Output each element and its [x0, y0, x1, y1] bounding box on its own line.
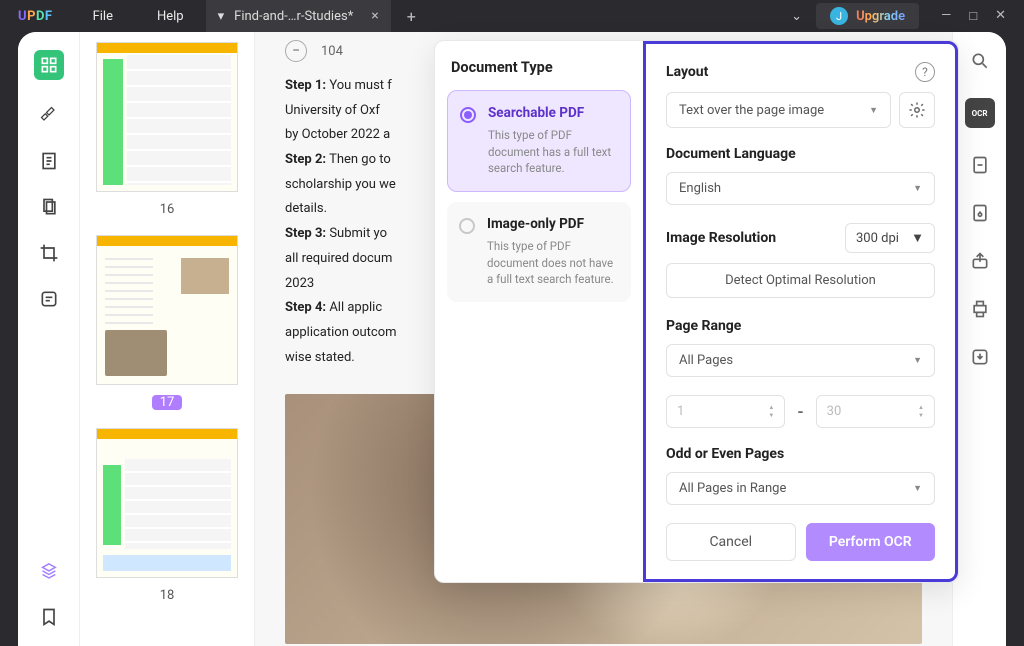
document-type-title: Document Type — [451, 59, 627, 76]
form-tool[interactable] — [38, 288, 60, 310]
thumbnail-page-17[interactable] — [96, 235, 238, 385]
doc-line: All applic — [326, 300, 382, 315]
odd-even-value: All Pages in Range — [679, 481, 786, 496]
right-toolbar: OCR — [952, 32, 1006, 646]
thumbnails-tool[interactable] — [34, 50, 64, 80]
ocr-settings-section: Layout ? Text over the page image ▼ Docu… — [643, 41, 958, 582]
title-bar: UPDF File Help ▾ Find-and-…r-Studies* × … — [0, 0, 1024, 32]
logo-f: F — [45, 9, 53, 24]
language-label: Document Language — [666, 146, 935, 162]
spinner-icon[interactable]: ▲▼ — [918, 405, 924, 419]
radio-unselected-icon — [459, 218, 475, 234]
layout-value: Text over the page image — [679, 103, 824, 118]
menu-file[interactable]: File — [71, 9, 135, 24]
print-icon[interactable] — [969, 298, 991, 320]
tab-chevron-icon[interactable]: ▾ — [218, 9, 225, 24]
layout-select[interactable]: Text over the page image ▼ — [666, 92, 891, 128]
chevron-down-icon: ▼ — [911, 230, 924, 246]
tab-close-icon[interactable]: × — [371, 8, 378, 24]
protect-icon[interactable] — [969, 202, 991, 224]
odd-even-select[interactable]: All Pages in Range ▼ — [666, 472, 935, 505]
language-select[interactable]: English ▼ — [666, 172, 935, 205]
edit-tool[interactable] — [38, 150, 60, 172]
logo-u: U — [18, 9, 27, 24]
chevron-down-icon: ▼ — [913, 483, 922, 494]
thumbnail-label-18: 18 — [96, 588, 238, 603]
zoom-out-button[interactable]: − — [285, 40, 307, 62]
page-range-value: All Pages — [679, 353, 733, 368]
language-value: English — [679, 181, 721, 196]
chevron-down-icon: ▼ — [913, 183, 922, 194]
ocr-tool[interactable]: OCR — [965, 98, 995, 128]
step-2-label: Step 2: — [285, 152, 326, 167]
searchable-pdf-title: Searchable PDF — [488, 105, 616, 121]
range-dash: - — [797, 402, 803, 421]
window-close-button[interactable]: ✕ — [995, 8, 1006, 24]
window-minimize-button[interactable]: — — [941, 8, 951, 24]
page-to-input[interactable]: 30 ▲▼ — [816, 395, 935, 428]
logo-d: D — [36, 9, 45, 24]
tab-title: Find-and-…r-Studies* — [234, 9, 353, 24]
menu-help[interactable]: Help — [135, 9, 206, 24]
thumbnail-page-16[interactable] — [96, 42, 238, 192]
resolution-value: 300 dpi — [856, 231, 899, 246]
chevron-down-icon: ▼ — [913, 355, 922, 366]
save-icon[interactable] — [969, 346, 991, 368]
doc-line: Then go to — [326, 152, 391, 167]
layers-icon[interactable] — [38, 560, 60, 582]
page-range-label: Page Range — [666, 318, 935, 334]
cancel-button[interactable]: Cancel — [666, 523, 796, 561]
upgrade-button[interactable]: J Upgrade — [816, 3, 919, 29]
help-icon[interactable]: ? — [915, 62, 935, 82]
pages-tool[interactable] — [38, 196, 60, 218]
layout-settings-button[interactable] — [899, 92, 935, 128]
image-only-desc: This type of PDF document does not have … — [487, 238, 617, 288]
resolution-label: Image Resolution — [666, 230, 776, 246]
radio-selected-icon — [460, 107, 476, 123]
searchable-pdf-option[interactable]: Searchable PDF This type of PDF document… — [447, 90, 631, 192]
gear-icon — [908, 101, 926, 119]
detect-resolution-button[interactable]: Detect Optimal Resolution — [666, 263, 935, 298]
chevron-down-icon: ▼ — [869, 105, 878, 116]
doc-line: You must f — [326, 78, 392, 93]
odd-even-label: Odd or Even Pages — [666, 446, 935, 462]
search-icon[interactable] — [969, 50, 991, 72]
share-icon[interactable] — [969, 250, 991, 272]
thumbnail-label-17: 17 — [152, 395, 182, 410]
thumbnail-page-18[interactable] — [96, 428, 238, 578]
crop-tool[interactable] — [38, 242, 60, 264]
resolution-select[interactable]: 300 dpi ▼ — [845, 223, 935, 253]
thumbnail-label-16: 16 — [96, 202, 238, 217]
page-from-value: 1 — [677, 404, 684, 419]
searchable-pdf-desc: This type of PDF document has a full tex… — [488, 127, 616, 177]
zoom-value: 104 — [321, 44, 343, 59]
perform-ocr-button[interactable]: Perform OCR — [806, 523, 936, 561]
page-from-input[interactable]: 1 ▲▼ — [666, 395, 785, 428]
window-maximize-button[interactable]: □ — [969, 8, 977, 24]
layout-label: Layout — [666, 64, 708, 80]
upgrade-label: Upgrade — [856, 9, 905, 24]
left-toolbar — [18, 32, 80, 646]
document-type-section: Document Type Searchable PDF This type o… — [435, 41, 643, 582]
ocr-panel: Document Type Searchable PDF This type o… — [434, 40, 959, 583]
step-1-label: Step 1: — [285, 78, 326, 93]
app-logo: UPDF — [0, 9, 71, 24]
step-3-label: Step 3: — [285, 226, 326, 241]
step-4-label: Step 4: — [285, 300, 326, 315]
user-avatar: J — [830, 7, 848, 25]
tabs-overflow-icon[interactable]: ⌄ — [791, 9, 802, 24]
convert-icon[interactable] — [969, 154, 991, 176]
document-tab[interactable]: ▾ Find-and-…r-Studies* × — [206, 0, 391, 32]
page-range-select[interactable]: All Pages ▼ — [666, 344, 935, 377]
bookmark-icon[interactable] — [38, 606, 60, 628]
image-only-pdf-option[interactable]: Image-only PDF This type of PDF document… — [447, 202, 631, 302]
image-only-title: Image-only PDF — [487, 216, 617, 232]
page-to-value: 30 — [827, 404, 842, 419]
logo-p: P — [27, 9, 36, 24]
spinner-icon[interactable]: ▲▼ — [768, 405, 774, 419]
highlight-tool[interactable] — [38, 104, 60, 126]
doc-line: Submit yo — [326, 226, 387, 241]
thumbnails-panel[interactable]: 16 17 18 — [80, 32, 255, 646]
add-tab-button[interactable]: + — [391, 7, 432, 26]
